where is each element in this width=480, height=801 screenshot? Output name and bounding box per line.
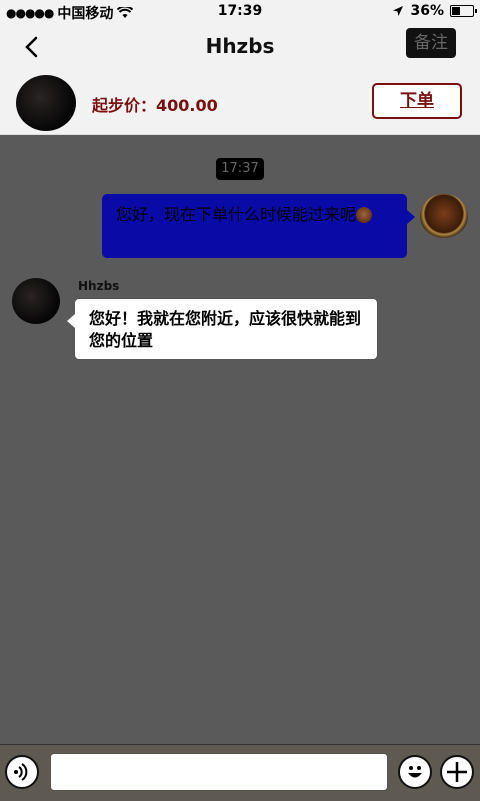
sender-name: Hhzbs — [78, 279, 120, 293]
battery-icon — [450, 5, 477, 17]
merchant-avatar[interactable] — [16, 75, 76, 131]
outgoing-message-text: 您好，现在下单什么时候能过来呢 — [116, 205, 357, 224]
sender-avatar[interactable] — [12, 278, 60, 324]
plus-icon — [447, 762, 467, 782]
nav-bar: Hhzbs 备注 — [0, 24, 480, 72]
message-input[interactable] — [50, 753, 388, 791]
input-bar — [0, 744, 480, 801]
voice-icon — [14, 763, 28, 781]
incoming-message-text: 您好！我就在您附近，应该很快就能到您的位置 — [89, 309, 362, 350]
emoji-icon — [356, 207, 373, 223]
plus-button[interactable] — [440, 755, 474, 789]
battery-fill — [452, 7, 460, 15]
emoji-icon — [408, 766, 422, 778]
status-right: 36% — [392, 3, 477, 19]
outgoing-message-bubble[interactable]: 您好，现在下单什么时候能过来呢 — [102, 194, 415, 258]
location-arrow-icon — [393, 6, 404, 16]
battery-percent: 36% — [410, 3, 444, 19]
chat-timestamp: 17:37 — [216, 158, 264, 180]
starting-price: 起步价：400.00 — [92, 96, 218, 115]
order-button[interactable]: 下单 — [372, 83, 462, 119]
status-bar: ●●●●● 中国移动 17:39 36% — [0, 0, 480, 24]
merchant-row: 起步价：400.00 下单 — [0, 72, 480, 135]
note-button[interactable]: 备注 — [406, 28, 456, 58]
emoji-button[interactable] — [398, 755, 432, 789]
voice-button[interactable] — [5, 755, 39, 789]
incoming-message-bubble[interactable]: 您好！我就在您附近，应该很快就能到您的位置 — [67, 298, 378, 360]
my-avatar[interactable] — [420, 194, 468, 238]
